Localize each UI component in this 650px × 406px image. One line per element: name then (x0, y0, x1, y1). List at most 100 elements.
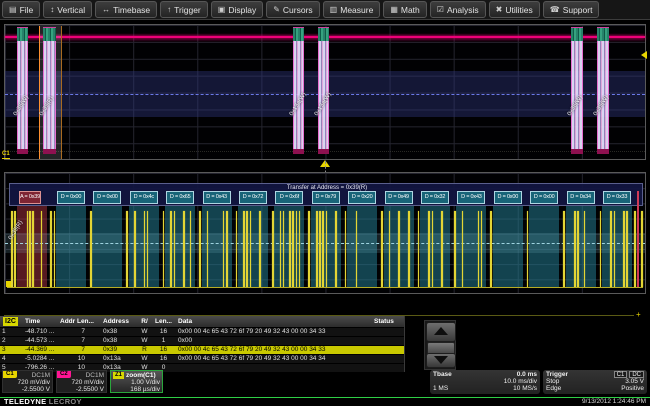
c1-descriptor-box[interactable]: C1 DC1M 720 mV/div -2.5500 V (2, 370, 53, 393)
sda-pulse (223, 211, 225, 287)
table-row[interactable]: 1-48.710 ...70x38W160x00 00 4c 65 43 72 … (0, 327, 404, 336)
menu-item-label: Timebase (113, 5, 150, 15)
sda-pulse (345, 211, 347, 287)
sda-pulse (280, 211, 282, 287)
data-byte-box: D = 0x4c (130, 191, 158, 204)
sda-pulse (27, 211, 29, 287)
menu-item-support[interactable]: ☎Support (543, 1, 600, 18)
row-time: -44.369 ... (22, 346, 60, 354)
timebase-rate: 10 MS/s (513, 385, 537, 392)
timebase-icon: ↔ (102, 5, 110, 14)
timebase-samples: 1 MS (433, 385, 448, 392)
row-status (371, 346, 404, 354)
datetime-stamp: 9/13/2012 1:24:46 PM (582, 398, 646, 406)
scroll-up-button[interactable] (426, 322, 456, 342)
c2-vdiv: 720 mV/div (71, 379, 104, 386)
sda-pulse (441, 211, 443, 287)
trigger-source-badge: C1 (614, 371, 628, 378)
sda-pulse (236, 211, 238, 287)
menu-item-label: Cursors (283, 5, 313, 15)
row-address: 0x13a (97, 355, 137, 363)
data-byte-box: D = 0x00 (494, 191, 522, 204)
i2c-burst (43, 27, 56, 153)
main-waveform-grid: 0x38(W)0x39(R)0x13a(W)0x13a(W)0x38(W)0x3… (4, 24, 646, 160)
row-status (371, 337, 404, 345)
sda-pulse (563, 211, 565, 287)
utilities-icon: ✖ (496, 5, 503, 14)
data-byte-box: D = 0x00 (530, 191, 558, 204)
menu-item-display[interactable]: ▣Display (211, 1, 263, 18)
row-len: 16 (152, 355, 175, 363)
menu-item-cursors[interactable]: ✎Cursors (266, 1, 319, 18)
protocol-badge: I2C (3, 317, 18, 326)
menu-item-label: Analysis (447, 5, 479, 15)
menu-item-analysis[interactable]: ☑Analysis (430, 1, 486, 18)
sda-pulse (490, 211, 492, 287)
row-status (371, 328, 404, 336)
table-row[interactable]: 2-44.573 ...70x38W10x00 (0, 336, 404, 345)
data-byte-box: D = 0x49 (385, 191, 413, 204)
sda-pulse (319, 211, 321, 287)
data-byte-box: D = 0x72 (239, 191, 267, 204)
sda-pulse (199, 211, 201, 287)
column-header-addrlen: Addr Len... (60, 316, 97, 327)
menu-item-utilities[interactable]: ✖Utilities (489, 1, 540, 18)
row-address: 0x39 (97, 346, 137, 354)
row-addr-len: 10 (60, 355, 97, 363)
c1-channel-tab: C1 (3, 371, 17, 378)
sda-pulse (478, 211, 480, 287)
z1-vdiv: 1.00 V/div (131, 379, 160, 386)
trigger-level-marker[interactable] (641, 51, 647, 59)
menu-item-timebase[interactable]: ↔Timebase (95, 1, 157, 18)
row-index: 4 (0, 355, 22, 363)
c1-ground-label: C1 (2, 151, 10, 159)
row-data: 0x00 00 4c 65 43 72 6f 79 20 49 32 43 00… (175, 346, 371, 354)
row-index: 2 (0, 337, 22, 345)
c2-descriptor-box[interactable]: C2 DC1M 720 mV/div -2.5500 V (56, 370, 107, 393)
display-icon: ▣ (218, 5, 226, 14)
sda-pulse (634, 211, 636, 287)
timebase-panel[interactable]: Tbase 0.0 ms 10.0 ms/div 1 MS 10 MS/s (430, 370, 540, 394)
row-index: 1 (0, 328, 22, 336)
sda-pulse (408, 211, 410, 287)
menu-item-measure[interactable]: ▥Measure (323, 1, 381, 18)
row-rw: W (137, 328, 152, 336)
z1-trace-indicator (6, 281, 11, 287)
c2-offset: -2.5500 V (76, 386, 104, 393)
row-data: 0x00 00 4c 65 43 72 6f 79 20 49 32 43 00… (175, 328, 371, 336)
sda-pulse (147, 211, 149, 287)
row-index: 3 (0, 346, 22, 354)
sda-pulse (292, 211, 294, 287)
z1-descriptor-box[interactable]: Z1 zoom(C1) 1.00 V/div 168 µs/div (110, 370, 163, 393)
sda-pulse (584, 211, 586, 287)
stop-condition-line (637, 191, 639, 287)
burst-cap (17, 27, 28, 41)
burst-cap (597, 27, 609, 41)
address-byte-box: A = 0x39 (19, 191, 41, 204)
trigger-panel[interactable]: Trigger C1 DC Stop 3.05 V Edge Positive (543, 370, 647, 394)
table-row[interactable]: 3-44.369 ...70x39R160x00 00 4c 65 43 72 … (0, 345, 404, 354)
i2c-decode-table: I2CTimeAddr Len...AddressR/Len...DataSta… (0, 316, 405, 372)
sda-pulse (418, 211, 420, 287)
sda-pulse (144, 211, 146, 287)
menu-item-vertical[interactable]: ↕Vertical (43, 1, 92, 18)
trigger-mode: Stop (546, 378, 559, 385)
sda-pulse (50, 211, 52, 287)
sda-pulse (296, 211, 298, 287)
row-rw: R (137, 346, 152, 354)
arrow-up-icon (434, 327, 448, 335)
menu-item-trigger[interactable]: ↑Trigger (160, 1, 208, 18)
sda-pulse (574, 211, 576, 287)
column-header-status: Status (371, 316, 404, 327)
scroll-down-button[interactable] (426, 353, 456, 368)
data-byte-box: D = 0x6f (275, 191, 303, 204)
sda-pulse (283, 211, 285, 287)
sda-pulse (398, 211, 400, 287)
sda-pulse (335, 211, 337, 287)
sda-pulse (134, 211, 136, 287)
math-icon: ▦ (390, 5, 398, 14)
table-row[interactable]: 4-5.0284 ...100x13aW160x00 00 4c 65 43 7… (0, 354, 404, 363)
menu-item-math[interactable]: ▦Math (383, 1, 426, 18)
menu-item-file[interactable]: ▤File (2, 1, 40, 18)
sda-pulse (207, 211, 209, 287)
